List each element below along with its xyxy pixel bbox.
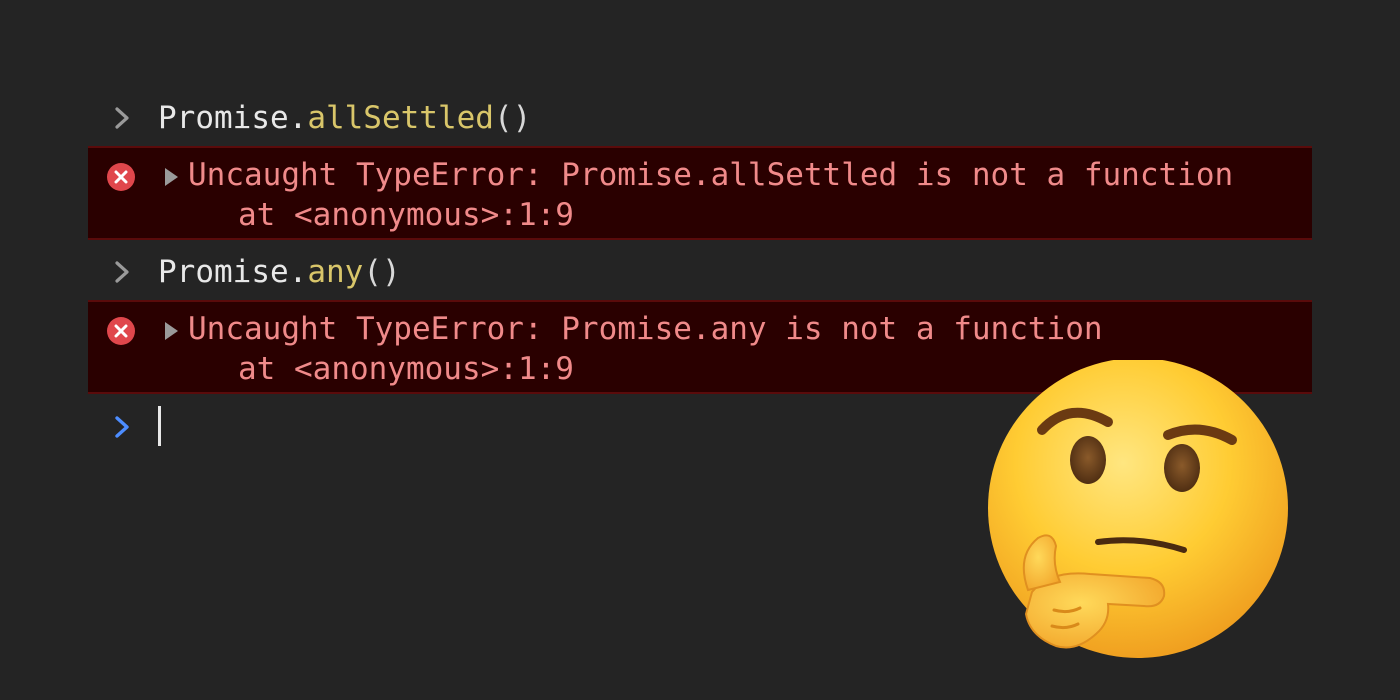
error-message: Uncaught TypeError: Promise.allSettled i… <box>188 157 1234 193</box>
code-parens: () <box>493 100 532 136</box>
console-input-code: Promise.any() <box>158 253 401 291</box>
code-parens: () <box>363 254 401 290</box>
code-method: allSettled <box>307 100 494 136</box>
code-object: Promise. <box>158 254 308 290</box>
triangle-right-icon[interactable] <box>162 320 180 342</box>
error-circle-x-icon <box>107 317 135 345</box>
error-message: Uncaught TypeError: Promise.any is not a… <box>188 311 1103 347</box>
error-circle-x-icon <box>107 163 135 191</box>
chevron-right-icon <box>115 261 129 283</box>
error-stack-trace[interactable]: at <anonymous>:1:9 <box>238 349 574 389</box>
console-input-row: Promise.any() <box>88 250 1312 294</box>
console-input-row: Promise.allSettled() <box>88 96 1312 140</box>
console-error-row[interactable]: Uncaught TypeError: Promise.allSettled i… <box>88 146 1312 240</box>
triangle-right-icon[interactable] <box>162 166 180 188</box>
console-input-code: Promise.allSettled() <box>158 99 531 137</box>
code-method: any <box>307 254 364 290</box>
code-object: Promise. <box>158 100 308 136</box>
devtools-console: Promise.allSettled() Uncaught TypeError:… <box>0 0 1400 700</box>
text-caret <box>158 406 161 446</box>
active-chevron-right-icon <box>115 416 129 438</box>
thinking-face-emoji <box>988 360 1288 658</box>
error-stack-trace[interactable]: at <anonymous>:1:9 <box>238 195 574 235</box>
chevron-right-icon <box>115 107 129 129</box>
console-prompt-input[interactable] <box>88 402 688 450</box>
